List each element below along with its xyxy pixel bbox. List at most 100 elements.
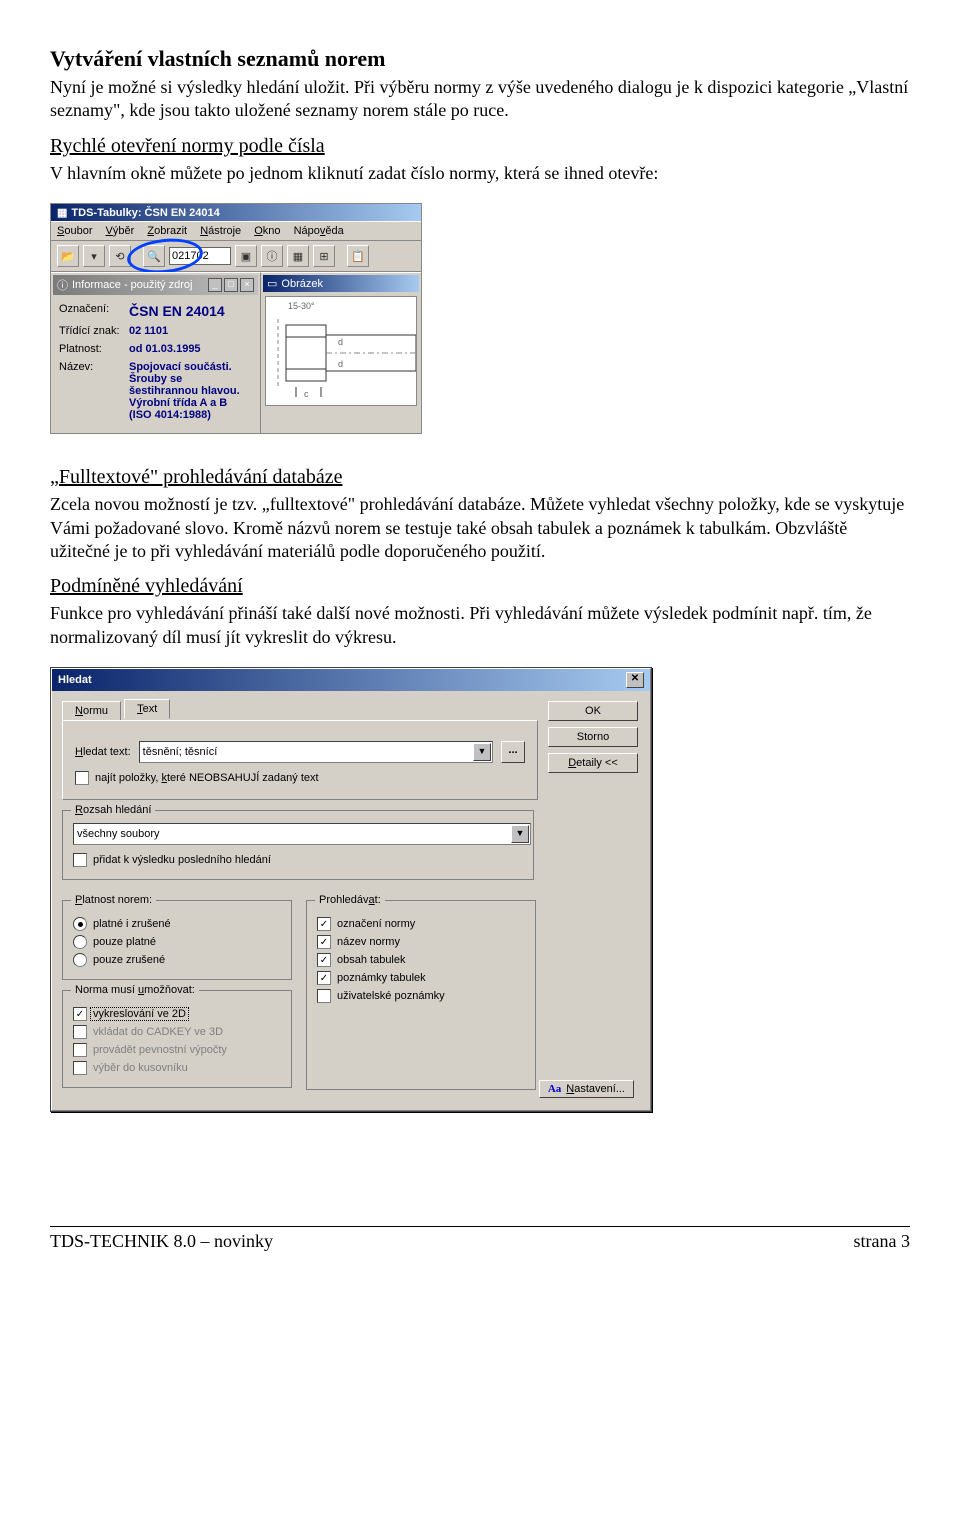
menu-zobrazit[interactable]: Zobrazit xyxy=(147,225,187,237)
image-icon: ▭ xyxy=(267,277,277,290)
tool-btn-6[interactable]: ▦ xyxy=(287,245,309,267)
aa-icon: Aa xyxy=(548,1083,561,1095)
group-rozsah-legend: Rozsah hledání xyxy=(71,804,155,816)
chk-vyber-kusovnik[interactable] xyxy=(73,1061,87,1075)
label-chk-p5: uživatelské poznámky xyxy=(337,990,445,1002)
chk-cadkey-3d[interactable] xyxy=(73,1025,87,1039)
radio-pouze-platne[interactable] xyxy=(73,935,87,949)
copy-icon[interactable]: 📋 xyxy=(347,245,369,267)
app-icon: ▦ xyxy=(57,206,67,219)
scope-combo[interactable]: všechny soubory ▼ xyxy=(73,823,531,845)
open-icon[interactable]: 📂 xyxy=(57,245,79,267)
dialog-titlebar: Hledat ✕ xyxy=(52,669,650,691)
menu-vyber[interactable]: Výběr xyxy=(106,225,135,237)
tool-btn-3[interactable]: ⟲ xyxy=(109,245,131,267)
chk-uzivatelske-poznamky[interactable] xyxy=(317,989,331,1003)
app-window-1: ▦ TDS-Tabulky: ČSN EN 24014 Soubor Výběr… xyxy=(50,203,422,434)
label-chk-p1: označení normy xyxy=(337,918,415,930)
maximize-icon[interactable]: □ xyxy=(224,278,238,292)
norm-number-input[interactable] xyxy=(169,247,231,265)
label-pridat-vysledek: přidat k výsledku posledního hledání xyxy=(93,854,271,866)
svg-text:c: c xyxy=(304,389,309,399)
label-platnost: Platnost: xyxy=(59,343,129,355)
window-titlebar: ▦ TDS-Tabulky: ČSN EN 24014 xyxy=(51,204,421,221)
value-oznaceni: ČSN EN 24014 xyxy=(129,303,225,319)
svg-text:d: d xyxy=(338,337,343,347)
group-platnost-legend: Platnost norem: xyxy=(71,894,156,906)
storno-button[interactable]: Storno xyxy=(548,727,638,747)
image-panel-title: Obrázek xyxy=(281,278,323,290)
para-3: Zcela novou možností je tzv. „fulltextov… xyxy=(50,493,910,563)
chk-pevnostni-vypocty[interactable] xyxy=(73,1043,87,1057)
label-chk-n3: provádět pevnostní výpočty xyxy=(93,1044,227,1056)
search-text-combo[interactable]: těsnění; těsnící ▼ xyxy=(139,741,493,763)
technical-drawing: 15-30° c d d xyxy=(265,296,417,406)
section-heading-1: Vytváření vlastních seznamů norem xyxy=(50,46,910,72)
label-chk-p2: název normy xyxy=(337,936,400,948)
para-4: Funkce pro vyhledávání přináší také dalš… xyxy=(50,602,910,649)
chk-pridat-vysledek[interactable] xyxy=(73,853,87,867)
search-text-value: těsnění; těsnící xyxy=(143,746,218,758)
chk-vykreslovani-2d[interactable]: ✓ xyxy=(73,1007,87,1021)
minimize-icon[interactable]: _ xyxy=(208,278,222,292)
nastaveni-label: Nastavení... xyxy=(566,1083,625,1095)
label-tridici: Třídící znak: xyxy=(59,325,129,337)
dropdown-icon[interactable]: ▼ xyxy=(473,743,491,761)
chk-neobsahuji[interactable] xyxy=(75,771,89,785)
search-dialog: Hledat ✕ OK Storno Detaily << Normu Text… xyxy=(50,667,652,1112)
menu-okno[interactable]: Okno xyxy=(254,225,280,237)
chk-poznamky-tabulek[interactable]: ✓ xyxy=(317,971,331,985)
label-chk-n1: vykreslování ve 2D xyxy=(90,1007,189,1021)
label-chk-n4: výběr do kusovníku xyxy=(93,1062,188,1074)
group-prohledavat-legend: Prohledávat: xyxy=(315,894,385,906)
chk-nazev-normy[interactable]: ✓ xyxy=(317,935,331,949)
nastaveni-button[interactable]: Aa Nastavení... xyxy=(539,1080,634,1098)
section-heading-2: Rychlé otevření normy podle čísla xyxy=(50,135,910,158)
label-oznaceni: Označení: xyxy=(59,303,129,319)
menu-napoveda[interactable]: Nápověda xyxy=(294,225,344,237)
radio-pouze-zrusene[interactable] xyxy=(73,953,87,967)
label-chk-n2: vkládat do CADKEY ve 3D xyxy=(93,1026,223,1038)
search-icon[interactable]: 🔍 xyxy=(143,245,165,267)
label-radio-2: pouze platné xyxy=(93,936,156,948)
value-tridici: 02 1101 xyxy=(129,325,168,337)
detaily-button[interactable]: Detaily << xyxy=(548,753,638,773)
para-2: V hlavním okně můžete po jednom kliknutí… xyxy=(50,162,910,185)
group-norma-legend: Norma musí umožňovat: xyxy=(71,984,199,996)
label-radio-1: platné i zrušené xyxy=(93,918,171,930)
info-panel-title: Informace - použitý zdroj xyxy=(72,279,192,291)
window-title: TDS-Tabulky: ČSN EN 24014 xyxy=(71,207,219,219)
footer-left: TDS-TECHNIK 8.0 – novinky xyxy=(50,1231,273,1252)
label-chk-p3: obsah tabulek xyxy=(337,954,406,966)
tab-normu[interactable]: Normu xyxy=(62,701,121,720)
chk-oznaceni-normy[interactable]: ✓ xyxy=(317,917,331,931)
label-neobsahuji: najít položky, které NEOBSAHUJÍ zadaný t… xyxy=(95,772,319,784)
close-icon[interactable]: ✕ xyxy=(626,672,644,688)
menu-bar[interactable]: Soubor Výběr Zobrazit Nástroje Okno Nápo… xyxy=(51,221,421,241)
para-1: Nyní je možné si výsledky hledání uložit… xyxy=(50,76,910,123)
value-nazev: Spojovací součásti. Šrouby se šestihrann… xyxy=(129,361,249,421)
info-panel-titlebar: ⓘ Informace - použitý zdroj _ □ × xyxy=(53,275,258,295)
close-icon[interactable]: × xyxy=(240,278,254,292)
info-icon[interactable]: ⓘ xyxy=(261,245,283,267)
section-heading-3: „Fulltextové" prohledávání databáze xyxy=(50,466,910,489)
chk-obsah-tabulek[interactable]: ✓ xyxy=(317,953,331,967)
tab-text[interactable]: Text xyxy=(124,699,170,719)
dialog-title: Hledat xyxy=(58,674,92,686)
tool-btn-4[interactable]: ▣ xyxy=(235,245,257,267)
angle-label: 15-30° xyxy=(288,301,315,311)
dropdown-icon[interactable]: ▼ xyxy=(511,825,529,843)
radio-platne-i-zrusene[interactable] xyxy=(73,917,87,931)
tab-strip: Normu Text xyxy=(62,699,640,721)
label-radio-3: pouze zrušené xyxy=(93,954,165,966)
info-icon-small: ⓘ xyxy=(57,277,68,293)
toolbar: 📂 ▾ ⟲ 🔍 ▣ ⓘ ▦ ⊞ 📋 xyxy=(51,241,421,272)
image-panel-titlebar: ▭ Obrázek xyxy=(263,275,419,292)
page-footer: TDS-TECHNIK 8.0 – novinky strana 3 xyxy=(50,1226,910,1252)
menu-soubor[interactable]: Soubor xyxy=(57,225,92,237)
tool-btn-2[interactable]: ▾ xyxy=(83,245,105,267)
value-platnost: od 01.03.1995 xyxy=(129,343,201,355)
browse-button[interactable]: ... xyxy=(501,741,525,763)
menu-nastroje[interactable]: Nástroje xyxy=(200,225,241,237)
tool-btn-7[interactable]: ⊞ xyxy=(313,245,335,267)
